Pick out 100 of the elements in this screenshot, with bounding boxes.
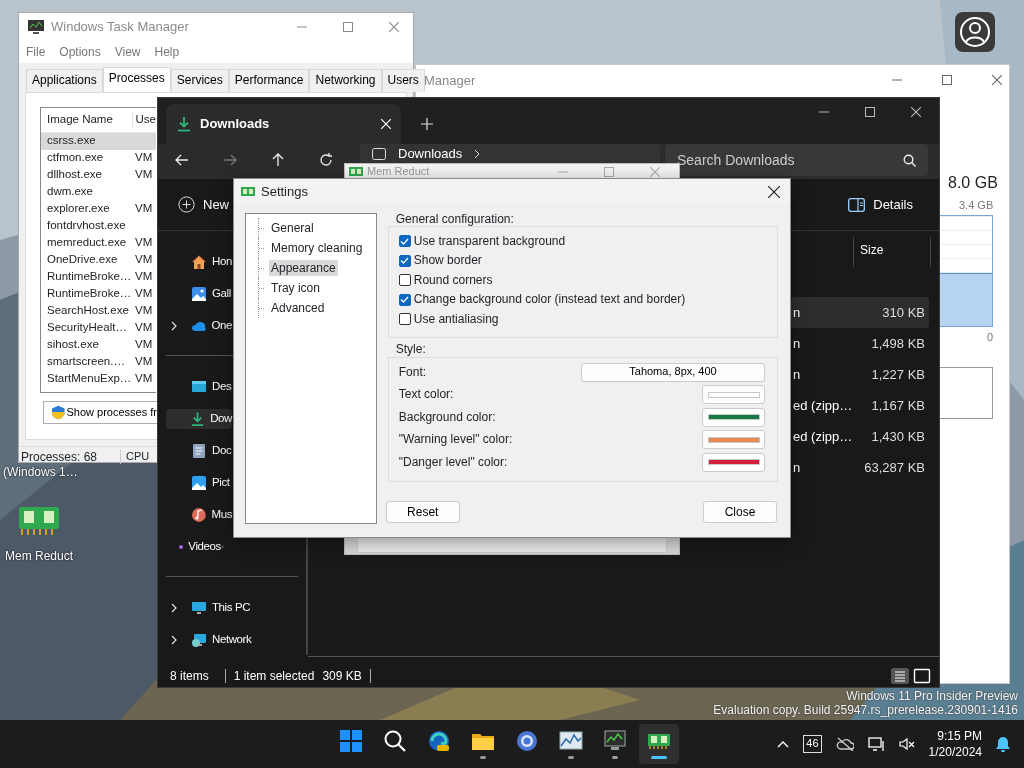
table-cell-text: VM xyxy=(134,321,153,336)
table-cell-text: fontdrvhost.exe xyxy=(46,219,127,234)
details-button[interactable]: Details xyxy=(848,196,913,213)
table-cell-text: memreduct.exe xyxy=(46,236,128,251)
breadcrumb[interactable]: Downloads xyxy=(398,146,463,162)
clock[interactable]: 9:15 PM 1/20/2024 xyxy=(928,728,982,760)
process-row[interactable]: RuntimeBroke… VM xyxy=(41,268,156,286)
process-row[interactable]: fontdrvhost.exe xyxy=(41,217,156,235)
sidebar-item[interactable]: Hon xyxy=(166,252,232,272)
table-cell-text: VM xyxy=(134,338,153,353)
table-cell-text: VM xyxy=(134,287,153,302)
table-cell-text: dwm.exe xyxy=(46,185,95,200)
tree-item[interactable]: Tray icon xyxy=(269,279,322,297)
column-header[interactable]: Use xyxy=(131,112,156,127)
process-row[interactable]: OneDrive.exe VM xyxy=(41,251,156,269)
tree-item[interactable]: Advanced xyxy=(269,299,327,317)
table-cell-text: VM xyxy=(134,355,153,370)
tray-badge[interactable]: 46 xyxy=(803,735,822,753)
table-cell-text: VM xyxy=(134,372,153,387)
reset-button[interactable]: Reset xyxy=(385,500,460,523)
file-row[interactable]: n 1,498 KB xyxy=(791,328,929,359)
tab[interactable]: Performance xyxy=(228,69,310,92)
sidebar-item[interactable]: Gall xyxy=(166,284,232,304)
new-button[interactable]: New xyxy=(178,196,229,213)
sidebar-item[interactable]: Videos xyxy=(166,537,232,557)
process-row[interactable]: dwm.exe xyxy=(41,183,156,201)
option-label: Change background color (instead text and border) xyxy=(413,292,686,307)
process-row[interactable]: StartMenuExp… VM xyxy=(41,370,156,388)
status-text: 8 items xyxy=(170,668,209,684)
menu-item[interactable]: Options xyxy=(59,45,101,60)
table-cell-text: OneDrive.exe xyxy=(46,253,119,268)
table-cell-text: VM xyxy=(134,304,153,319)
option-label: Use transparent background xyxy=(413,233,566,249)
group-heading: Style: xyxy=(394,342,427,357)
address-bar[interactable]: Downloads xyxy=(360,144,660,164)
process-row[interactable]: memreduct.exe VM xyxy=(41,234,156,252)
process-row[interactable]: explorer.exe VM xyxy=(41,200,156,218)
table-cell-text: VM xyxy=(134,236,153,251)
tree-item[interactable]: Memory cleaning xyxy=(269,239,365,257)
close-button[interactable]: Close xyxy=(703,500,777,523)
sidebar-item[interactable]: This PC xyxy=(166,598,301,618)
sidebar-item[interactable]: One xyxy=(166,316,232,336)
sidebar-item[interactable]: Network xyxy=(166,630,301,650)
process-row[interactable]: dllhost.exe VM xyxy=(41,166,156,184)
process-row[interactable]: smartscreen.… VM xyxy=(41,353,156,371)
table-cell-text: SearchHost.exe xyxy=(46,304,130,319)
column-header[interactable]: Size xyxy=(853,237,931,267)
table-cell-text: smartscreen.… xyxy=(46,355,126,370)
sidebar-item[interactable]: Mus xyxy=(166,505,232,525)
process-row[interactable]: RuntimeBroke… VM xyxy=(41,285,156,303)
table-cell-text: VM xyxy=(134,168,153,183)
file-row[interactable]: n 1,227 KB xyxy=(791,359,929,390)
desktop-icon-label: (Windows 1… xyxy=(3,465,78,480)
file-row[interactable]: n 310 KB xyxy=(791,297,929,328)
table-cell-text: RuntimeBroke… xyxy=(46,270,132,285)
column-header[interactable]: Image Name xyxy=(41,112,132,127)
field-label: "Danger level" color: xyxy=(398,454,508,470)
menu-item[interactable]: Help xyxy=(154,45,180,60)
tab[interactable]: Users xyxy=(381,69,425,92)
memory-total: 8.0 GB xyxy=(948,173,998,193)
table-cell-text: StartMenuExp… xyxy=(46,372,132,387)
process-row[interactable]: SearchHost.exe VM xyxy=(41,302,156,320)
table-cell-text: dllhost.exe xyxy=(46,168,103,183)
os-notice-text: Windows 11 Pro Insider Preview xyxy=(845,689,1018,703)
status-text: Processes: 68 xyxy=(19,449,121,464)
menu-item[interactable]: File xyxy=(26,45,46,60)
tree-item[interactable]: Appearance xyxy=(269,259,338,277)
process-row[interactable]: SecurityHealt… VM xyxy=(41,319,156,337)
process-row[interactable]: ctfmon.exe VM xyxy=(41,149,156,167)
sidebar-item[interactable]: Dow xyxy=(166,409,232,429)
graph-min-label: 0 xyxy=(987,331,994,345)
shortcut-label[interactable]: Mem Reduct xyxy=(5,549,74,564)
sidebar-item[interactable]: Doc xyxy=(166,441,232,461)
status-text: CPU xyxy=(125,450,150,464)
file-row[interactable]: n 63,287 KB xyxy=(791,452,929,483)
tab[interactable]: Downloads xyxy=(166,104,401,144)
font-button[interactable]: Tahoma, 8px, 400 xyxy=(581,362,765,382)
file-row[interactable]: ed (zipp… 1,430 KB xyxy=(791,421,929,452)
field-label: Text color: xyxy=(398,387,454,402)
tab[interactable]: Networking xyxy=(309,69,382,92)
sidebar-item[interactable]: Pict xyxy=(166,473,232,493)
tab[interactable]: Applications xyxy=(26,69,103,92)
search-field[interactable]: Search Downloads xyxy=(665,144,928,176)
table-cell-text: SecurityHealt… xyxy=(46,321,128,336)
process-row[interactable]: sihost.exe VM xyxy=(41,336,156,354)
status-text: 309 KB xyxy=(322,668,371,684)
option-label: Show border xyxy=(413,253,482,268)
field-label: Background color: xyxy=(398,409,496,425)
sidebar-item[interactable]: Des xyxy=(166,377,232,397)
tab[interactable]: Processes xyxy=(102,67,171,92)
tree-item[interactable]: General xyxy=(269,219,316,237)
table-cell-text: VM xyxy=(134,270,153,285)
menu-item[interactable]: View xyxy=(114,45,141,60)
table-cell-text: sihost.exe xyxy=(46,338,100,353)
tab[interactable]: Services xyxy=(170,69,229,92)
window-title: Manager xyxy=(424,73,476,89)
option-label: Use antialiasing xyxy=(413,311,499,327)
file-row[interactable]: ed (zipp… 1,167 KB xyxy=(791,390,929,421)
show-processes-button[interactable]: Show processes fr xyxy=(43,400,157,424)
table-cell-text: VM xyxy=(134,202,153,217)
